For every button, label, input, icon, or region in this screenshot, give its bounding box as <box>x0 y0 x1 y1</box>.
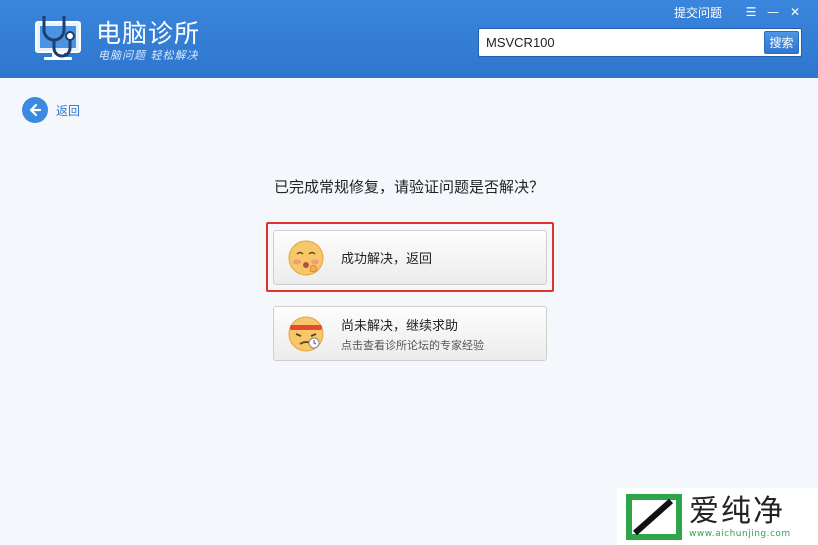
watermark-url: www.aichunjing.com <box>689 528 791 539</box>
worried-smiley-icon <box>288 316 324 351</box>
search-button[interactable]: 搜索 <box>764 31 799 54</box>
close-icon[interactable]: ✕ <box>784 3 806 21</box>
watermark-title: 爱纯净 <box>689 493 785 529</box>
menu-icon[interactable]: ☰ <box>740 3 762 21</box>
unsolved-help-button[interactable]: 尚未解决，继续求助 点击查看诊所论坛的专家经验 <box>273 306 547 361</box>
monitor-stethoscope-logo-icon <box>35 16 81 60</box>
solved-option-title: 成功解决，返回 <box>341 252 433 267</box>
back-button[interactable]: 返回 <box>22 97 80 123</box>
watermark-logo-icon <box>626 493 682 540</box>
back-arrow-icon <box>22 97 48 123</box>
verify-question: 已完成常规修复，请验证问题是否解决？ <box>273 178 544 196</box>
search-box: 搜索 <box>478 28 802 57</box>
search-input[interactable] <box>479 29 763 56</box>
submit-question-link[interactable]: 提交问题 <box>674 4 722 21</box>
unsolved-option-subtitle: 点击查看诊所论坛的专家经验 <box>341 338 484 352</box>
app-title: 电脑诊所 <box>96 19 201 48</box>
shy-smiley-icon <box>288 240 324 275</box>
solved-return-button[interactable]: 成功解决，返回 <box>273 230 547 285</box>
app-slogan: 电脑问题 轻松解决 <box>98 49 199 62</box>
app-header: 电脑诊所 电脑问题 轻松解决 提交问题 ☰ — ✕ 搜索 <box>0 0 818 78</box>
unsolved-option-title: 尚未解决，继续求助 <box>341 318 459 334</box>
top-links: 提交问题 ☰ — ✕ <box>674 3 806 21</box>
watermark: 爱纯净 www.aichunjing.com <box>617 488 818 545</box>
minimize-icon[interactable]: — <box>762 3 784 21</box>
back-label: 返回 <box>56 103 81 118</box>
